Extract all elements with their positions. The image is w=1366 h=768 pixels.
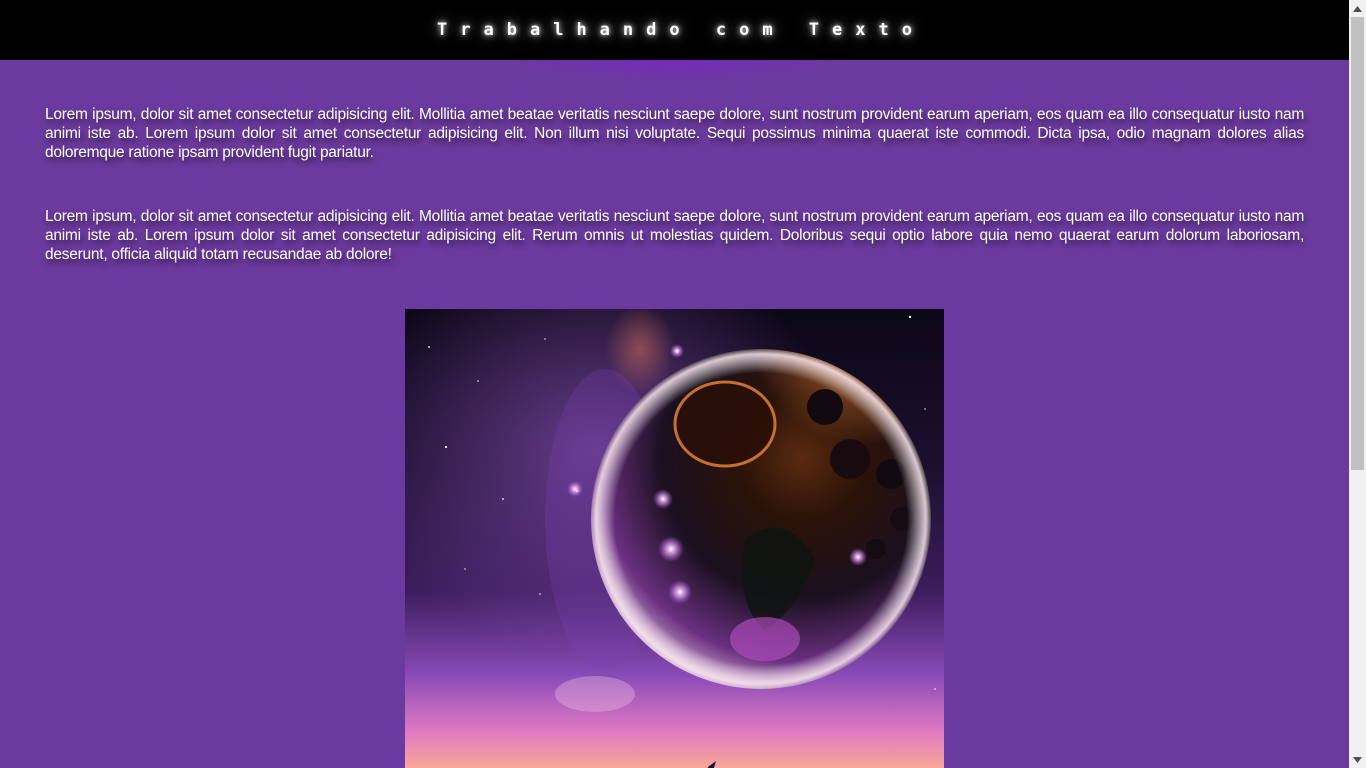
vertical-scrollbar[interactable] (1349, 0, 1366, 768)
page: Trabalhando com Texto Lorem ipsum, dolor… (0, 0, 1349, 768)
scroll-up-arrow-icon[interactable] (1349, 0, 1366, 17)
text-paragraph-2: Lorem ipsum, dolor sit amet consectetur … (45, 208, 1304, 263)
page-title: Trabalhando com Texto (437, 20, 925, 40)
scrollbar-thumb[interactable] (1351, 17, 1364, 470)
image-container (45, 309, 1304, 768)
text-paragraph-1: Lorem ipsum, dolor sit amet consectetur … (45, 106, 1304, 161)
scroll-down-arrow-icon[interactable] (1349, 751, 1366, 768)
moon-illustration-image (405, 309, 944, 768)
site-header: Trabalhando com Texto (0, 0, 1349, 60)
main-content: Lorem ipsum, dolor sit amet consectetur … (0, 60, 1349, 768)
